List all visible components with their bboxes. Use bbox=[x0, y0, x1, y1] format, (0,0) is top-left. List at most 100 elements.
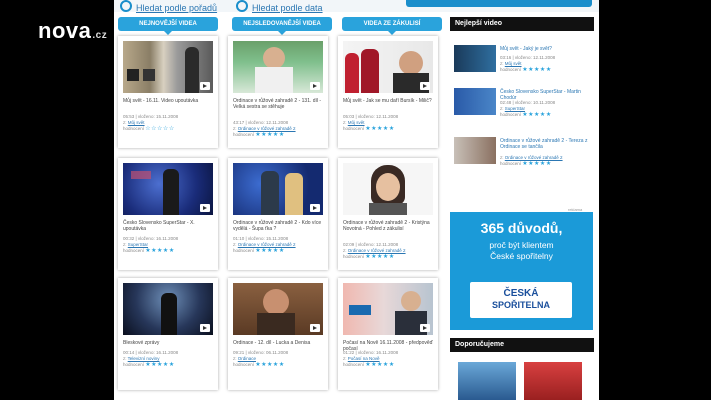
video-card[interactable]: Ordinace v růžové zahradě 2 - Kdo více v… bbox=[228, 158, 328, 270]
best-video-show-link[interactable]: z: SuperStar bbox=[500, 106, 592, 112]
stage-light bbox=[131, 171, 151, 179]
ad-brand-logo: ČESKÁ SPOŘITELNA bbox=[470, 282, 572, 318]
best-video-duration: 03:16 | vloženo: 12.11.2008 bbox=[500, 55, 556, 60]
video-card[interactable]: Počasí na Nově 16.11.2008 - předpověď po… bbox=[338, 278, 438, 390]
video-rating: hodnocení ★★★★★ bbox=[123, 248, 175, 254]
best-video-header: Nejlepší video bbox=[450, 17, 594, 31]
search-by-date-link[interactable]: Hledat podle data bbox=[236, 0, 323, 13]
studio-camera bbox=[127, 69, 139, 81]
search-by-show-link[interactable]: Hledat podle pořadů bbox=[120, 0, 217, 13]
video-title[interactable]: Česko Slovensko SuperStar - X. upoutávka bbox=[123, 220, 215, 232]
video-card[interactable]: Ordinace - 12. díl - Lucka a Denisa 09:2… bbox=[228, 278, 328, 390]
play-icon[interactable] bbox=[200, 82, 210, 90]
video-rating: hodnocení ★★★★★ bbox=[233, 362, 285, 368]
video-card[interactable]: Můj svět - 16.11. Video upoutávka 05:53 … bbox=[118, 36, 218, 148]
video-rating: hodnocení ★★★★★ bbox=[233, 248, 285, 254]
play-icon[interactable] bbox=[200, 204, 210, 212]
bank-advertisement[interactable]: 365 důvodů, proč být klientem České spoři… bbox=[450, 212, 593, 330]
video-rating: hodnocení ★★★★★ bbox=[343, 362, 395, 368]
video-thumbnail[interactable] bbox=[123, 163, 213, 215]
video-card[interactable]: Ordinace v růžové zahradě 2 - 131. díl -… bbox=[228, 36, 328, 148]
video-thumbnail[interactable] bbox=[233, 41, 323, 93]
video-thumbnail[interactable] bbox=[233, 163, 323, 215]
video-card[interactable]: Ordinace v růžové zahradě 2 - Kristýna N… bbox=[338, 158, 438, 270]
video-thumbnail[interactable] bbox=[343, 163, 433, 215]
rating-stars-icon: ★★★★★ bbox=[145, 248, 175, 254]
recommended-thumb[interactable] bbox=[524, 362, 582, 400]
recommended-header: Doporučujeme bbox=[450, 338, 594, 352]
face-figure bbox=[399, 51, 423, 75]
video-card[interactable]: Česko Slovensko SuperStar - X. upoutávka… bbox=[118, 158, 218, 270]
video-title[interactable]: Bleskové zprávy bbox=[123, 340, 215, 346]
best-video-thumb[interactable] bbox=[454, 45, 496, 72]
video-title[interactable]: Můj svět - 16.11. Video upoutávka bbox=[123, 98, 215, 104]
best-video-item[interactable]: Můj svět - Jaký je svět? 03:16 | vloženo… bbox=[450, 43, 594, 75]
person-figure bbox=[361, 49, 379, 93]
best-video-show-link[interactable]: z: Můj svět bbox=[500, 61, 592, 67]
video-rating: hodnocení ★★★★★ bbox=[343, 126, 395, 132]
rating-stars-icon: ★★★★★ bbox=[365, 362, 395, 368]
singer-figure bbox=[163, 169, 179, 215]
recommended-thumb[interactable] bbox=[458, 362, 516, 400]
ad-headline: 365 důvodů, bbox=[480, 220, 563, 236]
best-video-thumb[interactable] bbox=[454, 88, 496, 115]
best-video-duration: 02:48 | vloženo: 10.11.2008 bbox=[500, 100, 556, 105]
rating-stars-icon: ★★★★★ bbox=[365, 126, 395, 132]
video-thumbnail[interactable] bbox=[343, 41, 433, 93]
video-title[interactable]: Ordinace v růžové zahradě 2 - 131. díl -… bbox=[233, 98, 325, 110]
best-video-thumb[interactable] bbox=[454, 137, 496, 164]
col-head-most-watched[interactable]: NEJSLEDOVANĚJŠÍ VIDEA bbox=[232, 17, 332, 35]
best-video-title[interactable]: Můj svět - Jaký je svět? bbox=[500, 46, 592, 52]
rating-stars-icon: ★★★★★ bbox=[365, 254, 395, 260]
presenter-figure bbox=[185, 47, 199, 93]
rating-stars-icon: ★★★★★ bbox=[255, 248, 285, 254]
studio-camera bbox=[143, 69, 155, 81]
rating-stars-icon: ★★★★★ bbox=[255, 362, 285, 368]
video-rating: hodnocení ★★★★★ bbox=[233, 132, 285, 138]
best-video-item[interactable]: Česko Slovensko SuperStar - Martin Chodú… bbox=[450, 86, 594, 118]
performer-figure bbox=[161, 293, 177, 335]
face-figure bbox=[263, 289, 289, 315]
top-blue-button[interactable] bbox=[406, 0, 592, 7]
video-thumbnail[interactable] bbox=[233, 283, 323, 335]
best-video-show-link[interactable]: z: Ordinace v růžové zahradě 2 bbox=[500, 155, 592, 161]
calendar-icon bbox=[236, 0, 248, 12]
best-video-rating: hodnocení ★★★★★ bbox=[500, 67, 552, 73]
person-figure bbox=[345, 53, 359, 93]
logo-tld: .cz bbox=[92, 30, 108, 41]
shoulders-figure bbox=[369, 203, 407, 215]
rating-stars-icon: ★★★★★ bbox=[522, 67, 552, 73]
video-title[interactable]: Ordinace - 12. díl - Lucka a Denisa bbox=[233, 340, 325, 346]
face-figure bbox=[263, 47, 285, 69]
rating-stars-icon: ☆☆☆☆☆ bbox=[145, 126, 175, 132]
video-card[interactable]: Můj svět - Jak se mu daří Bursík - Milič… bbox=[338, 36, 438, 148]
play-icon[interactable] bbox=[310, 82, 320, 90]
ad-subline: proč být klientem České spořitelny bbox=[489, 240, 554, 261]
play-icon[interactable] bbox=[310, 324, 320, 332]
rating-stars-icon: ★★★★★ bbox=[255, 132, 285, 138]
video-thumbnail[interactable] bbox=[343, 283, 433, 335]
video-title[interactable]: Můj svět - Jak se mu daří Bursík - Milič… bbox=[343, 98, 435, 104]
best-video-item[interactable]: Ordinace v růžové zahradě 2 - Tereza z O… bbox=[450, 135, 594, 167]
woman-figure bbox=[285, 173, 303, 215]
video-card[interactable]: Bleskové zprávy 00:14 | vloženo: 16.11.2… bbox=[118, 278, 218, 390]
video-thumbnail[interactable] bbox=[123, 283, 213, 335]
rating-stars-icon: ★★★★★ bbox=[522, 161, 552, 167]
ad-brand-line2: SPOŘITELNA bbox=[491, 300, 550, 310]
nova-logo[interactable]: nova.cz bbox=[38, 18, 107, 44]
col-head-newest[interactable]: NEJNOVĚJŠÍ VIDEA bbox=[118, 17, 218, 35]
best-video-title[interactable]: Ordinace v růžové zahradě 2 - Tereza z O… bbox=[500, 138, 592, 150]
play-icon[interactable] bbox=[420, 82, 430, 90]
video-rating: hodnocení ☆☆☆☆☆ bbox=[123, 126, 175, 132]
best-video-rating: hodnocení ★★★★★ bbox=[500, 112, 552, 118]
video-title[interactable]: Ordinace v růžové zahradě 2 - Kristýna N… bbox=[343, 220, 435, 232]
page-content: Hledat podle pořadů Hledat podle data NE… bbox=[114, 0, 599, 400]
play-icon[interactable] bbox=[200, 324, 210, 332]
shirt-figure bbox=[255, 67, 293, 93]
video-title[interactable]: Ordinace v růžové zahradě 2 - Kdo více v… bbox=[233, 220, 325, 232]
play-icon[interactable] bbox=[420, 324, 430, 332]
best-video-rating: hodnocení ★★★★★ bbox=[500, 161, 552, 167]
video-thumbnail[interactable] bbox=[123, 41, 213, 93]
play-icon[interactable] bbox=[310, 204, 320, 212]
col-head-backstage[interactable]: VIDEA ZE ZÁKULISÍ bbox=[342, 17, 442, 35]
